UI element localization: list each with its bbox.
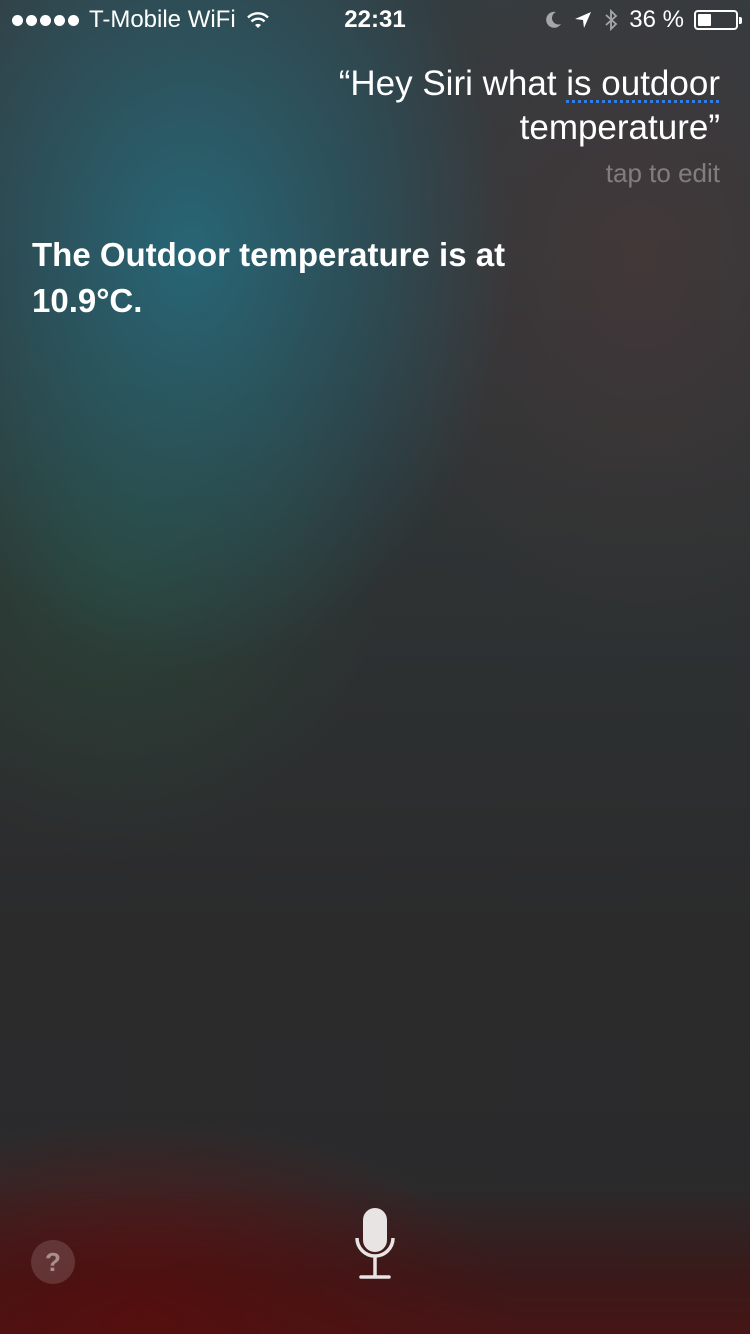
tap-to-edit-hint[interactable]: tap to edit	[606, 158, 720, 189]
microphone-icon[interactable]	[351, 1206, 399, 1286]
siri-background	[0, 0, 750, 1334]
query-suffix: temperature	[519, 108, 709, 147]
location-arrow-icon	[575, 12, 592, 28]
status-bar: T-Mobile WiFi 22:31 36 %	[0, 0, 750, 40]
status-right: 36 %	[543, 0, 742, 40]
open-quote: “	[338, 64, 351, 103]
help-button[interactable]: ?	[31, 1240, 75, 1284]
close-quote: ”	[708, 108, 720, 147]
query-prefix: Hey Siri what	[350, 64, 567, 103]
battery-percent: 36 %	[629, 6, 684, 33]
siri-query[interactable]: “Hey Siri what is outdoor temperature”	[160, 62, 720, 150]
query-uncertain-words[interactable]: is outdoor	[566, 64, 720, 103]
battery-tip	[739, 17, 742, 24]
moon-icon	[546, 11, 562, 28]
battery-fill	[698, 14, 711, 26]
siri-response: The Outdoor temperature is at 10.9°C.	[32, 236, 506, 319]
bluetooth-icon	[605, 8, 618, 32]
battery-icon	[694, 10, 742, 30]
